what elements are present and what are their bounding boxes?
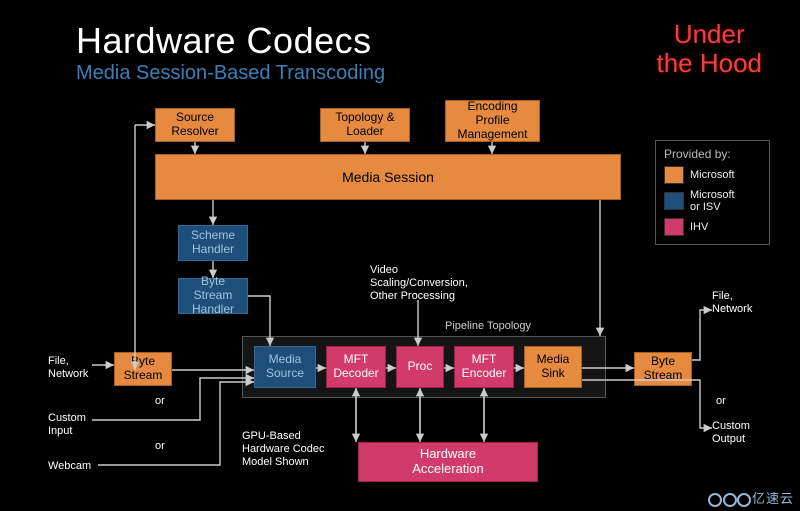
corner-line1: Under: [674, 19, 745, 49]
box-byte-stream-out: ByteStream: [634, 352, 692, 386]
label-or2: or: [155, 440, 165, 453]
box-mft-encoder: MFTEncoder: [454, 346, 514, 388]
legend-swatch-microsoft: [664, 166, 684, 184]
box-topology-loader: Topology &Loader: [320, 108, 410, 142]
box-hardware-acceleration: HardwareAcceleration: [358, 442, 538, 482]
box-encoding-profile: EncodingProfileManagement: [445, 100, 540, 142]
box-scheme-handler: SchemeHandler: [178, 225, 248, 261]
box-byte-stream-in: ByteStream: [114, 352, 172, 386]
label-gpu-note: GPU-BasedHardware CodecModel Shown: [242, 430, 325, 470]
legend-row-ihv: IHV: [664, 218, 761, 236]
watermark-ring-icon: [708, 493, 722, 507]
corner-line2: the Hood: [656, 48, 762, 78]
box-media-sink: MediaSink: [524, 346, 582, 388]
watermark-ring-icon: [723, 493, 737, 507]
legend-label-ihv: IHV: [690, 221, 708, 233]
label-webcam: Webcam: [48, 460, 91, 473]
box-proc: Proc: [396, 346, 444, 388]
label-custom-output: CustomOutput: [712, 420, 750, 446]
box-source-resolver: SourceResolver: [155, 108, 235, 142]
box-byte-stream-handler: ByteStreamHandler: [178, 278, 248, 314]
legend-label-microsoft-isv: Microsoftor ISV: [690, 189, 735, 213]
label-file-network-out: File,Network: [712, 290, 752, 316]
legend-title: Provided by:: [664, 147, 761, 161]
box-mft-decoder: MFTDecoder: [326, 346, 386, 388]
page-title: Hardware Codecs: [76, 20, 372, 62]
legend-row-microsoft: Microsoft: [664, 166, 761, 184]
legend-swatch-ihv: [664, 218, 684, 236]
label-or3: or: [716, 395, 726, 408]
legend: Provided by: Microsoft Microsoftor ISV I…: [655, 140, 770, 245]
label-custom-input: CustomInput: [48, 412, 86, 438]
legend-label-microsoft: Microsoft: [690, 169, 735, 181]
label-pipeline-topology: Pipeline Topology: [445, 320, 531, 332]
box-media-session: Media Session: [155, 154, 621, 200]
box-media-source: MediaSource: [254, 346, 316, 388]
watermark-text: 亿速云: [752, 491, 794, 506]
watermark-ring-icon: [737, 493, 751, 507]
legend-row-microsoft-isv: Microsoftor ISV: [664, 189, 761, 213]
page-subtitle: Media Session-Based Transcoding: [76, 62, 385, 85]
corner-badge: Under the Hood: [656, 20, 762, 77]
label-or1: or: [155, 395, 165, 408]
label-video-processing: VideoScaling/Conversion,Other Processing: [370, 264, 468, 304]
legend-swatch-microsoft-isv: [664, 192, 684, 210]
label-file-network-in: File,Network: [48, 355, 88, 381]
watermark: 亿速云: [708, 488, 794, 507]
